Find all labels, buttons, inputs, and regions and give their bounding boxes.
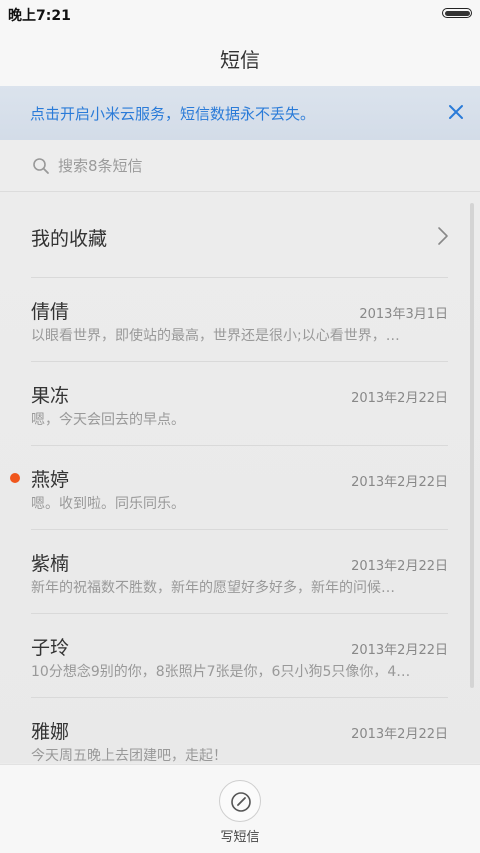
battery-icon bbox=[442, 8, 472, 18]
message-preview: 10分想念9别的你，8张照片7张是你，6只小狗5只像你，4… bbox=[31, 664, 411, 680]
scrollbar[interactable] bbox=[470, 203, 474, 688]
favorites-row[interactable]: 我的收藏 bbox=[0, 193, 480, 277]
favorites-label: 我的收藏 bbox=[31, 228, 108, 250]
message-preview: 以眼看世界，即使站的最高，世界还是很小;以心看世界，… bbox=[31, 328, 400, 344]
message-preview: 新年的祝福数不胜数，新年的愿望好多好多，新年的问候… bbox=[31, 580, 395, 596]
compose-label[interactable]: 写短信 bbox=[0, 826, 480, 845]
unread-dot bbox=[10, 473, 20, 483]
close-icon[interactable] bbox=[444, 100, 468, 124]
message-date: 2013年2月22日 bbox=[351, 475, 448, 490]
contact-name: 果冻 bbox=[31, 385, 70, 407]
title-bar: 短信 bbox=[0, 28, 480, 86]
contact-name: 子玲 bbox=[31, 637, 70, 659]
banner-text[interactable]: 点击开启小米云服务，短信数据永不丢失。 bbox=[30, 103, 315, 124]
search-input[interactable] bbox=[58, 153, 438, 179]
conversation-row[interactable]: 雅娜 2013年2月22日 今天周五晚上去团建吧，走起！ bbox=[0, 698, 480, 763]
search-bar[interactable] bbox=[0, 140, 480, 192]
cloud-service-banner[interactable]: 点击开启小米云服务，短信数据永不丢失。 bbox=[0, 86, 480, 140]
battery-level bbox=[444, 10, 470, 16]
conversation-row[interactable]: 子玲 2013年2月22日 10分想念9别的你，8张照片7张是你，6只小狗5只像… bbox=[0, 614, 480, 698]
compose-icon bbox=[231, 792, 251, 812]
message-preview: 嗯。收到啦。同乐同乐。 bbox=[31, 496, 185, 512]
search-icon bbox=[32, 157, 50, 175]
message-date: 2013年2月22日 bbox=[351, 643, 448, 658]
conversation-row[interactable]: 果冻 2013年2月22日 嗯，今天会回去的早点。 bbox=[0, 362, 480, 446]
message-date: 2013年2月22日 bbox=[351, 559, 448, 574]
contact-name: 紫楠 bbox=[31, 553, 70, 575]
conversation-row[interactable]: 紫楠 2013年2月22日 新年的祝福数不胜数，新年的愿望好多好多，新年的问候… bbox=[0, 530, 480, 614]
chevron-right-icon bbox=[437, 226, 449, 246]
bottom-bar: 写短信 bbox=[0, 764, 480, 853]
conversation-list[interactable]: 我的收藏 倩倩 2013年3月1日 以眼看世界，即使站的最高，世界还是很小;以心… bbox=[0, 193, 480, 763]
message-date: 2013年2月22日 bbox=[351, 727, 448, 742]
status-bar: 晚上7:21 bbox=[0, 0, 480, 28]
compose-button[interactable] bbox=[219, 780, 261, 822]
contact-name: 雅娜 bbox=[31, 721, 70, 743]
contact-name: 燕婷 bbox=[31, 469, 70, 491]
page-title: 短信 bbox=[220, 48, 260, 72]
contact-name: 倩倩 bbox=[31, 301, 70, 323]
message-date: 2013年2月22日 bbox=[351, 391, 448, 406]
status-time: 晚上7:21 bbox=[8, 8, 71, 24]
conversation-row[interactable]: 倩倩 2013年3月1日 以眼看世界，即使站的最高，世界还是很小;以心看世界，… bbox=[0, 278, 480, 362]
message-preview: 今天周五晚上去团建吧，走起！ bbox=[31, 748, 227, 763]
conversation-row[interactable]: 燕婷 2013年2月22日 嗯。收到啦。同乐同乐。 bbox=[0, 446, 480, 530]
message-date: 2013年3月1日 bbox=[359, 307, 448, 322]
message-preview: 嗯，今天会回去的早点。 bbox=[31, 412, 185, 428]
